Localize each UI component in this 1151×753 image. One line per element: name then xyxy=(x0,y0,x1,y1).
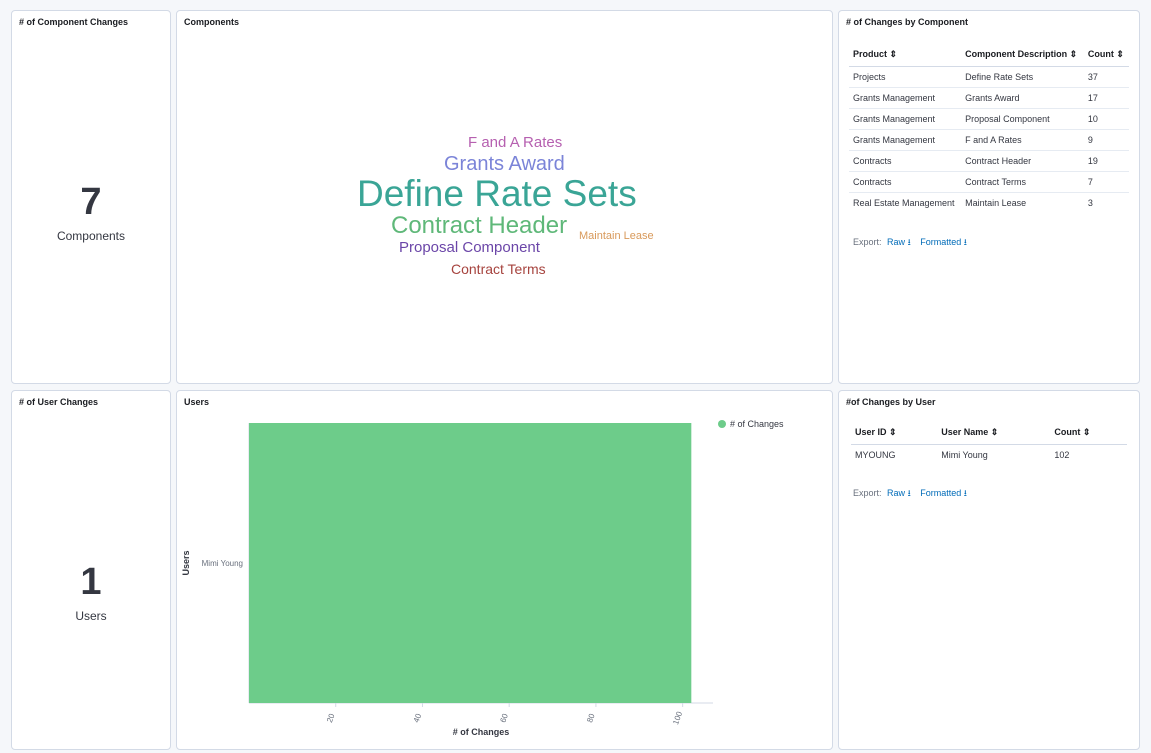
user-table: User ID ⇕ User Name ⇕ Count ⇕ MYOUNG Mim… xyxy=(851,423,1127,465)
chart-legend[interactable]: # of Changes xyxy=(718,419,784,429)
cloud-word[interactable]: Maintain Lease xyxy=(579,231,654,242)
table-cell: Contracts xyxy=(849,150,962,172)
table-row: Contracts Contract Header 19 xyxy=(849,150,1129,172)
table-row: Contracts Contract Terms 7 xyxy=(849,171,1129,193)
column-header-product[interactable]: Product ⇕ xyxy=(849,45,962,67)
x-tick-label: 80 xyxy=(585,712,597,724)
x-tick-label: 20 xyxy=(325,712,337,724)
table-cell: Contract Header xyxy=(961,150,1084,172)
table-cell: Maintain Lease xyxy=(965,198,1027,208)
x-tick-label: 60 xyxy=(498,712,510,724)
export-bar: Export: Raw ⭳ Formatted ⭳ xyxy=(853,235,971,251)
download-icon: ⭳ xyxy=(907,488,911,498)
cloud-word[interactable]: Contract Terms xyxy=(451,262,546,276)
users-panel: Users Mimi Young 20 40 60 80 100 # of Changes U… xyxy=(176,390,833,750)
cloud-word[interactable]: Proposal Component xyxy=(399,240,540,255)
table-cell: 9 xyxy=(1083,129,1129,151)
user-changes-panel: # of User Changes 1 Users xyxy=(11,390,171,750)
table-cell: 3 xyxy=(1087,198,1093,208)
metric-value: 7 xyxy=(80,181,102,223)
x-axis-title: # of Changes xyxy=(453,727,510,737)
export-formatted-link[interactable]: Formatted ⭳ xyxy=(920,237,967,247)
chart-bar[interactable] xyxy=(249,423,692,703)
table-cell: Real Estate Management xyxy=(853,198,955,208)
column-header-user-id[interactable]: User ID ⇕ xyxy=(851,423,938,445)
column-header-component[interactable]: Component Description ⇕ xyxy=(961,45,1084,67)
column-header-count[interactable]: Count ⇕ xyxy=(1050,423,1127,445)
cloud-word[interactable]: Grants Award xyxy=(444,154,565,174)
y-axis-title: Users xyxy=(181,550,191,575)
export-formatted-link[interactable]: Formatted ⭳ xyxy=(920,488,967,498)
formatted-label: Formatted xyxy=(920,488,962,498)
table-row: Grants Management Grants Award 17 xyxy=(849,87,1129,109)
export-bar: Export: Raw ⭳ Formatted ⭳ xyxy=(853,486,971,502)
cloud-word[interactable]: Define Rate Sets xyxy=(357,175,637,212)
table-row: Grants Management Proposal Component 10 xyxy=(849,108,1129,130)
table-cell: Mimi Young xyxy=(941,450,988,460)
y-tick-label: Mimi Young xyxy=(202,559,243,568)
table-cell: Contracts xyxy=(849,171,962,193)
metric-value: 1 xyxy=(80,561,102,603)
raw-label: Raw xyxy=(887,237,906,247)
table-cell: F and A Rates xyxy=(961,129,1084,151)
column-header-count[interactable]: Count ⇕ xyxy=(1083,45,1129,67)
download-icon: ⭳ xyxy=(963,488,967,498)
table-cell: Grants Management xyxy=(849,87,962,109)
table-cell: Grants Management xyxy=(849,129,962,151)
x-tick-label: 40 xyxy=(412,712,424,724)
formatted-label: Formatted xyxy=(920,237,962,247)
export-label: Export: xyxy=(853,237,882,247)
x-tick-label: 100 xyxy=(671,710,684,726)
table-header-row: Product ⇕ Component Description ⇕ Count … xyxy=(849,45,1129,67)
table-row: Grants Management F and A Rates 9 xyxy=(849,129,1129,151)
changes-by-user-panel: #of Changes by User User ID ⇕ User Name … xyxy=(838,390,1140,750)
component-changes-panel: # of Component Changes 7 Components xyxy=(11,10,171,384)
panel-title: #of Changes by User xyxy=(846,397,936,407)
table-cell: Grants Award xyxy=(961,87,1084,109)
table-cell: 37 xyxy=(1083,66,1129,88)
table-row: Projects Define Rate Sets 37 xyxy=(849,66,1129,88)
download-icon: ⭳ xyxy=(963,237,967,247)
legend-swatch xyxy=(718,420,726,428)
panel-title: # of User Changes xyxy=(19,397,99,407)
export-label: Export: xyxy=(853,488,882,498)
metric-label: Users xyxy=(75,609,107,623)
table-cell: 10 xyxy=(1083,108,1129,130)
table-cell: Projects xyxy=(849,66,962,88)
table-row: Real Estate Management Maintain Lease 3 xyxy=(849,193,1129,214)
download-icon: ⭳ xyxy=(907,237,911,247)
table-cell: 7 xyxy=(1083,171,1129,193)
raw-label: Raw xyxy=(887,488,906,498)
changes-by-component-panel: # of Changes by Component Product ⇕ Comp… xyxy=(838,10,1140,384)
metric: 1 Users xyxy=(12,563,170,623)
table-cell: Proposal Component xyxy=(961,108,1084,130)
cloud-word[interactable]: F and A Rates xyxy=(468,135,562,150)
table-cell: 17 xyxy=(1083,87,1129,109)
table-cell: Grants Management xyxy=(849,108,962,130)
table-cell: Define Rate Sets xyxy=(961,66,1084,88)
component-table: Product ⇕ Component Description ⇕ Count … xyxy=(849,45,1129,213)
table-row: MYOUNG Mimi Young 102 xyxy=(851,445,1127,466)
panel-title: # of Component Changes xyxy=(19,17,129,27)
export-raw-link[interactable]: Raw ⭳ xyxy=(887,237,911,247)
users-bar-chart: Mimi Young 20 40 60 80 100 # of Changes Users xyxy=(181,423,713,737)
cloud-word[interactable]: Contract Header xyxy=(391,214,567,238)
panel-title: Components xyxy=(184,17,239,27)
table-cell: MYOUNG xyxy=(855,450,896,460)
metric-label: Components xyxy=(56,229,126,243)
panel-title: # of Changes by Component xyxy=(846,17,969,27)
metric: 7 Components xyxy=(12,183,170,243)
table-cell: 102 xyxy=(1054,450,1070,460)
table-cell: Contract Terms xyxy=(961,171,1084,193)
table-header-row: User ID ⇕ User Name ⇕ Count ⇕ xyxy=(851,423,1127,445)
column-header-user-name[interactable]: User Name ⇕ xyxy=(937,423,1051,445)
components-panel: Components F and A Rates Grants Award De… xyxy=(176,10,833,384)
legend-label: # of Changes xyxy=(730,419,784,429)
export-raw-link[interactable]: Raw ⭳ xyxy=(887,488,911,498)
table-cell: 19 xyxy=(1083,150,1129,172)
